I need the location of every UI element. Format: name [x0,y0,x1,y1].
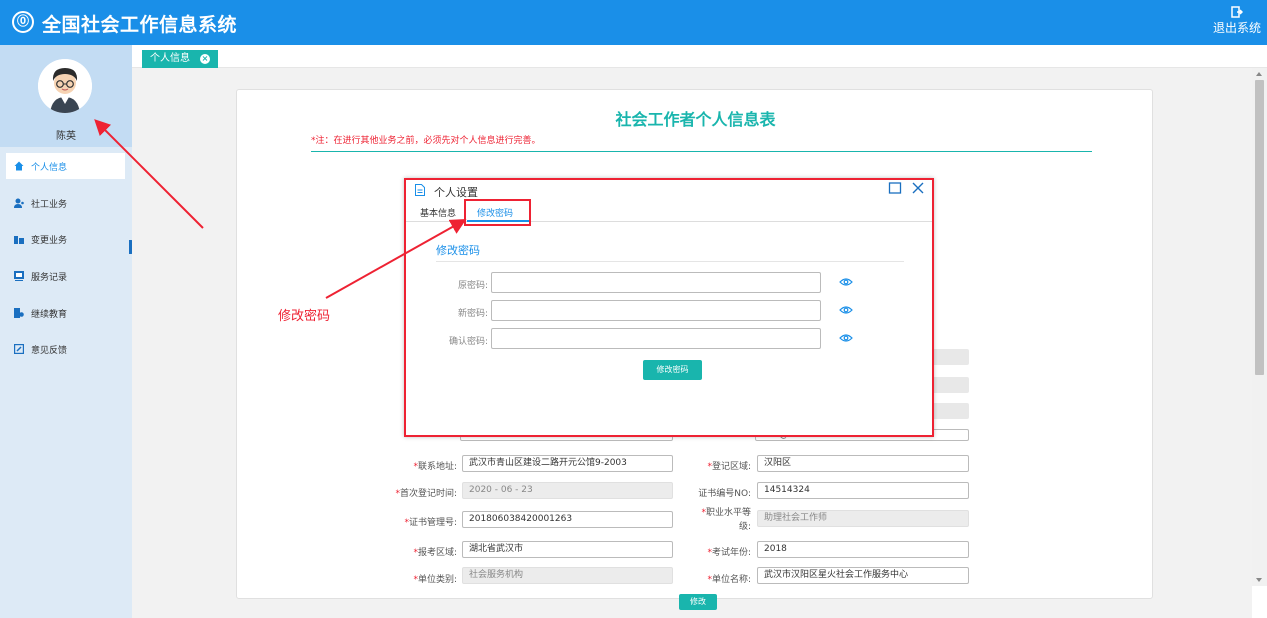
field-label: 证书管理号: [408,518,457,528]
sidebar-item-label: 变更业务 [31,236,68,246]
org-type-field: 社会服务机构 [462,567,673,584]
confirm-password-label: 确认密码: [448,337,488,347]
org-name-label: *单位名称: [647,572,751,585]
exam-region-field[interactable]: 湖北省武汉市 [462,541,673,558]
avatar-icon [38,59,92,113]
cert-mgmt-label: *证书管理号: [357,515,457,528]
tab-personal-info[interactable]: 个人信息 × [142,50,218,68]
scroll-up-icon[interactable] [1256,72,1262,76]
close-icon[interactable]: × [200,54,210,64]
section-title: 修改密码 [436,244,480,257]
form-note: *注：在进行其他业务之前，必须先对个人信息进行完善。 [311,136,541,146]
vertical-scrollbar[interactable] [1252,68,1267,586]
address-field[interactable]: 武汉市青山区建设二路开元公馆9-2003 [462,455,673,472]
personal-settings-dialog: 个人设置 基本信息 修改密码 修改密码 原密码: 新密码: 确认密码: 修改密码 [404,178,934,437]
divider [436,261,904,262]
save-button[interactable]: 修改 [679,594,717,610]
dialog-title: 个人设置 [434,186,478,199]
first-register-label: *首次登记时间: [357,486,457,499]
level-label: *职业水平等 级: [647,506,751,534]
maximize-icon[interactable] [888,181,902,195]
eye-icon[interactable] [839,277,853,287]
field-label: 考试年份: [711,548,751,558]
old-password-input[interactable] [491,272,821,293]
exam-year-label: *考试年份: [647,545,751,558]
building-icon [14,236,24,244]
home-icon [14,161,24,171]
sidebar-item-change[interactable]: 变更业务 [6,226,125,252]
app-logo-icon: ⓪ [12,11,34,33]
sidebar-item-personal-info[interactable]: 个人信息 [6,153,125,179]
old-password-label: 原密码: [457,281,488,291]
top-bar: ⓪ 全国社会工作信息系统 退出系统 [0,0,1267,45]
cert-mgmt-field[interactable]: 201806038420001263 [462,511,673,528]
confirm-password-input[interactable] [491,328,821,349]
tab-basic-info[interactable]: 基本信息 [420,206,456,219]
sidebar-item-label: 继续教育 [31,310,68,320]
first-register-field: 2020 - 06 - 23 [462,482,673,499]
sidebar-item-service-record[interactable]: 服务记录 [6,263,125,289]
address-label: *联系地址: [357,459,457,472]
scroll-thumb[interactable] [1255,80,1264,375]
field-label: 联系地址: [417,462,457,472]
sidebar-item-social-work[interactable]: 社工业务 [6,190,125,216]
org-type-label: *单位类别: [357,572,457,585]
education-icon [14,308,24,318]
page-title: 社会工作者个人信息表 [615,110,776,129]
field-label: 职业水平等 [705,508,751,518]
user-profile: 陈英 [0,45,132,147]
field-label: 级: [738,522,751,532]
level-field: 助理社会工作师 [757,510,969,527]
edit-icon [14,344,24,354]
document-icon [415,184,425,196]
logout-button[interactable]: 退出系统 [1213,6,1261,36]
sidebar-item-label: 意见反馈 [31,346,68,356]
field-label: 单位名称: [711,575,751,585]
close-icon[interactable] [911,181,925,195]
highlight-box [464,199,531,226]
divider [311,151,1092,152]
org-name-field[interactable]: 武汉市汉阳区星火社会工作服务中心 [757,567,969,584]
sidebar-item-label: 社工业务 [31,200,68,210]
field-label: 单位类别: [417,575,457,585]
field-label: 首次登记时间: [399,489,457,499]
eye-icon[interactable] [839,333,853,343]
avatar[interactable] [38,59,92,113]
cert-no-label: 证书编号NO: [698,489,751,499]
page-tabs: 个人信息 × [132,45,1267,68]
region-field[interactable]: 汉阳区 [757,455,969,472]
region-label: *登记区域: [647,459,751,472]
tab-label: 个人信息 [150,53,190,64]
new-password-label: 新密码: [457,309,488,319]
exam-year-field[interactable]: 2018 [757,541,969,558]
field-label: 报考区域: [417,548,457,558]
new-password-input[interactable] [491,300,821,321]
sidebar: 陈英 个人信息 社工业务 变更业务 服务记录 继续教育 意见反馈 [0,45,132,618]
sidebar-item-feedback[interactable]: 意见反馈 [6,336,125,362]
user-name: 陈英 [56,131,76,142]
field-label: 登记区域: [711,462,751,472]
sidebar-item-label: 个人信息 [31,163,68,173]
cert-no-field[interactable]: 14514324 [757,482,969,499]
app-title: 全国社会工作信息系统 [42,14,238,36]
sidebar-item-education[interactable]: 继续教育 [6,300,125,326]
exam-region-label: *报考区域: [357,545,457,558]
logout-icon [1231,6,1243,18]
sidebar-item-label: 服务记录 [31,273,68,283]
scroll-down-icon[interactable] [1256,578,1262,582]
person-icon [14,198,24,208]
monitor-icon [14,271,24,281]
eye-icon[interactable] [839,305,853,315]
annotation-label: 修改密码 [278,309,331,324]
change-password-button[interactable]: 修改密码 [643,360,702,380]
dialog-header: 个人设置 [406,180,932,200]
logout-label: 退出系统 [1212,21,1261,35]
